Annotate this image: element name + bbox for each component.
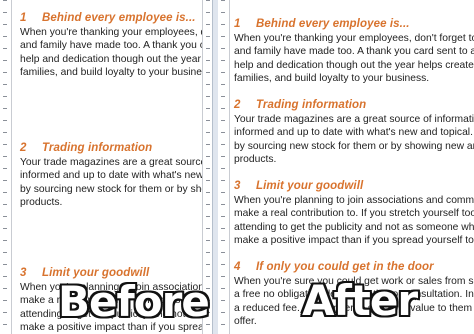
heading-title: Trading information xyxy=(42,142,153,155)
text-line: When you're thanking your employees, don… xyxy=(20,27,213,39)
text-line: help and dedication though out the year … xyxy=(234,59,474,71)
vertical-ruler xyxy=(218,0,230,334)
section-heading: 2 Trading information xyxy=(20,142,213,155)
heading-title: Trading information xyxy=(256,99,367,112)
after-label: After xyxy=(300,276,419,325)
section-heading: 1 Behind every employee is... xyxy=(20,12,213,25)
heading-number: 3 xyxy=(20,267,27,280)
text-line: help and dedication though out the year … xyxy=(20,53,213,65)
text-line: families, and build loyalty to your busi… xyxy=(20,66,213,78)
heading-number: 1 xyxy=(20,12,27,24)
text-line: When you're thanking your employees, don… xyxy=(234,33,474,45)
heading-title: Behind every employee is... xyxy=(42,12,196,24)
section-heading: 3 Limit your goodwill xyxy=(234,180,474,193)
section-heading: 2 Trading information xyxy=(234,99,474,112)
text-line: attending to get the publicity and not a… xyxy=(234,221,474,233)
text-line: informed and up to date with what's new … xyxy=(20,170,213,182)
heading-number: 4 xyxy=(234,261,241,274)
heading-number: 2 xyxy=(20,142,27,155)
heading-title: Behind every employee is... xyxy=(256,18,410,30)
text-line: and family have made too. A thank you ca… xyxy=(20,40,213,52)
heading-number: 2 xyxy=(234,99,241,112)
heading-title: If only you could get in the door xyxy=(256,261,434,274)
heading-number: 3 xyxy=(234,180,241,193)
section-heading: 1 Behind every employee is... xyxy=(234,18,474,31)
section-heading: 4 If only you could get in the door xyxy=(234,261,474,274)
text-line: make a positive impact than if you sprea… xyxy=(234,234,474,246)
text-line: families, and build loyalty to your busi… xyxy=(234,72,430,84)
text-line: and family have made too. A thank you ca… xyxy=(234,46,474,58)
paragraph: When you're thanking your employees, don… xyxy=(234,32,474,85)
text-line: make a real contribution to. If you stre… xyxy=(234,208,474,220)
text-line: by sourcing new stock for them or by sho… xyxy=(20,183,213,195)
heading-number: 1 xyxy=(234,18,241,30)
text-line: products. xyxy=(234,153,277,165)
text-line: When you're planning to join association… xyxy=(234,195,474,207)
paragraph: Your trade magazines are a great source … xyxy=(20,156,213,209)
vertical-ruler xyxy=(0,0,12,334)
heading-title: Limit your goodwill xyxy=(256,180,364,193)
text-line: informed and up to date with what's new … xyxy=(234,127,474,139)
paragraph: When you're thanking your employees, don… xyxy=(20,26,213,79)
paragraph: Your trade magazines are a great source … xyxy=(234,113,474,166)
text-line: Your trade magazines are a great source … xyxy=(20,157,213,169)
text-line: by sourcing new stock for them or by sho… xyxy=(234,140,474,152)
text-line: Your trade magazines are a great source … xyxy=(234,114,474,126)
text-line: products. xyxy=(20,196,63,208)
paragraph: When you're planning to join association… xyxy=(234,194,474,247)
before-label: Before xyxy=(57,277,212,326)
